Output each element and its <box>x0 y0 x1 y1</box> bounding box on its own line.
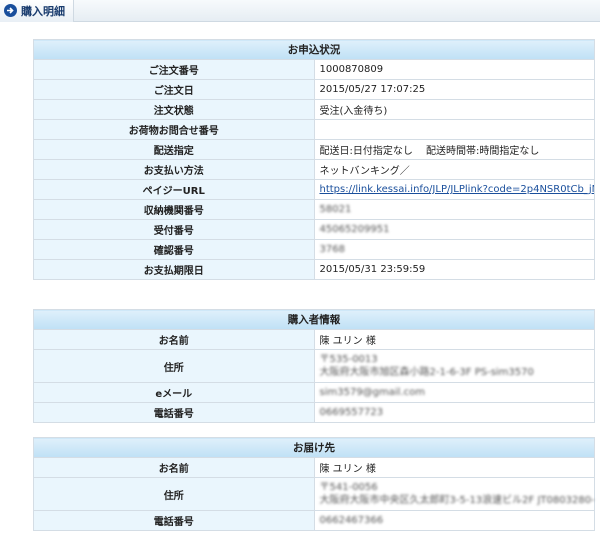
table-row: お支払い方法 ネットバンキング／ <box>33 159 595 180</box>
page-header: 購入明細 <box>0 0 600 22</box>
section-title: お申込状況 <box>33 39 595 60</box>
table-row: ご注文番号 1000870809 <box>33 59 595 80</box>
purchase-details-tab[interactable]: 購入明細 <box>0 0 74 22</box>
shipping-info-table: お届け先 お名前陳 ユリン 様 住所 〒541-0056 大阪府大阪市中央区久太郎… <box>33 437 595 531</box>
order-status-table: お申込状況 ご注文番号 1000870809 ご注文日 2015/05/27 17:… <box>33 39 595 280</box>
buyer-info-table: 購入者情報 お名前陳 ユリン 様 住所 〒535-0013 大阪府大阪市旭区森小路… <box>33 309 595 423</box>
payeasy-link[interactable]: https://link.kessai.info/JLP/JLPlink?cod… <box>320 184 594 195</box>
table-row: お名前陳 ユリン 様 <box>33 329 595 350</box>
table-row: 配送指定 配送日:日付指定なし 配送時間帯:時間指定なし <box>33 139 595 160</box>
table-row: お名前陳 ユリン 様 <box>33 457 595 478</box>
table-row: eメール sim3579@gmail.com <box>33 382 595 403</box>
table-row: お支払期限日 2015/05/31 23:59:59 <box>33 259 595 280</box>
table-row: 注文状態 受注(入金待ち) <box>33 99 595 120</box>
section-title: お届け先 <box>33 437 595 458</box>
table-row: 住所 〒541-0056 大阪府大阪市中央区久太郎町3-5-13浪速ビル2F JT… <box>33 477 595 511</box>
table-row: 住所 〒535-0013 大阪府大阪市旭区森小路2-1-6-3F PS-sim35… <box>33 349 595 383</box>
table-row: お荷物お問合せ番号 <box>33 119 595 140</box>
table-row: 電話番号 0669557723 <box>33 402 595 423</box>
arrow-right-icon <box>4 4 17 17</box>
section-title: 購入者情報 <box>33 309 595 330</box>
page-title: 購入明細 <box>21 4 65 18</box>
table-row: 電話番号 0662467366 <box>33 510 595 531</box>
table-row: ペイジーURL https://link.kessai.info/JLP/JLPl… <box>33 179 595 200</box>
table-row: 受付番号 45065209951 <box>33 219 595 240</box>
table-row: ご注文日 2015/05/27 17:07:25 <box>33 79 595 100</box>
table-row: 確認番号 3768 <box>33 239 595 260</box>
table-row: 収納機関番号 58021 <box>33 199 595 220</box>
